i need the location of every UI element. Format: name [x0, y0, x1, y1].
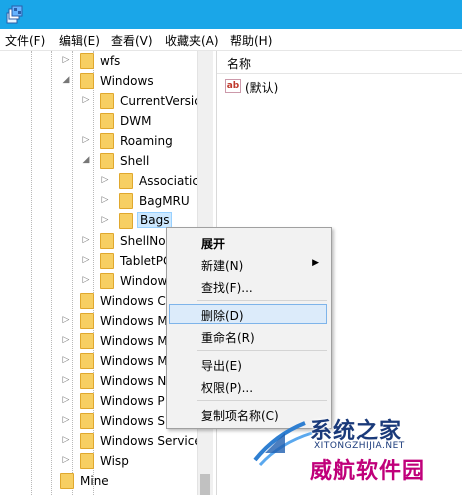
string-value-icon: ab	[225, 79, 241, 93]
folder-icon	[80, 393, 94, 409]
menu-help[interactable]: 帮助(H)	[230, 32, 272, 49]
expand-arrow-icon[interactable]: ▷	[62, 414, 70, 426]
tree-node-label: Windows M	[100, 354, 168, 368]
menu-item-export[interactable]: 导出(E)	[169, 354, 327, 374]
tree-node-label: TabletPC	[120, 254, 172, 268]
expand-arrow-icon[interactable]: ▷	[62, 334, 70, 346]
menu-bar: 文件(F) 编辑(E) 查看(V) 收藏夹(A) 帮助(H)	[0, 29, 462, 51]
expand-arrow-icon[interactable]: ▷	[62, 354, 70, 366]
menu-item-rename[interactable]: 重命名(R)	[169, 326, 327, 346]
menu-item-find[interactable]: 查找(F)...	[169, 276, 327, 296]
menu-separator	[197, 350, 327, 351]
folder-icon	[100, 233, 114, 249]
expand-arrow-icon[interactable]: ▷	[62, 434, 70, 446]
folder-icon	[80, 53, 94, 69]
expand-arrow-icon[interactable]: ▷	[82, 234, 90, 246]
menu-separator	[197, 300, 327, 301]
expand-arrow-icon[interactable]: ▷	[101, 174, 109, 186]
folder-icon	[100, 273, 114, 289]
menu-item-new[interactable]: 新建(N) ▶	[169, 254, 327, 274]
menu-separator	[197, 400, 327, 401]
tree-node-label: Windows M	[100, 314, 168, 328]
folder-icon	[60, 473, 74, 489]
watermark: 系统之家 XITONGZHIJIA.NET 威航软件园	[250, 405, 462, 495]
tree-node-label: Roaming	[120, 134, 173, 148]
expand-arrow-icon[interactable]: ▷	[82, 254, 90, 266]
tree-node-label: Windows Service	[100, 434, 202, 448]
folder-icon	[80, 353, 94, 369]
tree-node-label: Windows C	[100, 294, 166, 308]
expand-arrow-icon[interactable]: ▷	[82, 94, 90, 106]
folder-icon	[80, 333, 94, 349]
folder-icon	[100, 153, 114, 169]
tree-node-label: Windows N	[100, 374, 167, 388]
expand-arrow-icon[interactable]: ▷	[62, 374, 70, 386]
expand-arrow-icon[interactable]: ▷	[62, 314, 70, 326]
menu-file[interactable]: 文件(F)	[5, 32, 45, 49]
tree-node-label: Windows S	[100, 414, 165, 428]
watermark-url: XITONGZHIJIA.NET	[314, 441, 405, 451]
folder-icon	[80, 293, 94, 309]
expand-arrow-icon[interactable]: ▷	[82, 134, 90, 146]
watermark-text: 威航软件园	[310, 459, 426, 484]
tree-node-label: Mine	[80, 474, 109, 488]
menu-item-delete[interactable]: 删除(D)	[169, 304, 327, 324]
title-bar	[0, 0, 462, 29]
tree-node-label: DWM	[120, 114, 152, 128]
tree-node-label: ShellNo	[120, 234, 166, 248]
expand-arrow-icon[interactable]: ▷	[82, 274, 90, 286]
tree-node-label: Associatic	[139, 174, 199, 188]
submenu-arrow-icon: ▶	[312, 258, 319, 268]
folder-icon	[119, 173, 133, 189]
menu-edit[interactable]: 编辑(E)	[59, 32, 100, 49]
folder-icon	[100, 93, 114, 109]
regedit-icon	[6, 5, 23, 24]
folder-icon	[80, 73, 94, 89]
folder-icon	[80, 313, 94, 329]
tree-node-label: Windows	[100, 74, 154, 88]
value-name: (默认)	[245, 81, 279, 95]
tree-node-label: Windows P	[100, 394, 165, 408]
folder-icon	[80, 453, 94, 469]
folder-icon	[80, 373, 94, 389]
column-header-name[interactable]: 名称	[217, 51, 462, 74]
folder-icon	[80, 433, 94, 449]
folder-icon	[100, 253, 114, 269]
context-menu: 展开 新建(N) ▶ 查找(F)... 删除(D) 重命名(R) 导出(E) 权…	[166, 227, 332, 429]
collapse-arrow-icon[interactable]: ◢	[82, 154, 90, 166]
expand-arrow-icon[interactable]: ▷	[62, 394, 70, 406]
menu-item-permissions[interactable]: 权限(P)...	[169, 376, 327, 396]
expand-arrow-icon[interactable]: ▷	[62, 454, 70, 466]
folder-icon	[80, 413, 94, 429]
folder-icon	[119, 213, 133, 229]
menu-view[interactable]: 查看(V)	[111, 32, 153, 49]
tree-scrollbar-thumb[interactable]	[200, 474, 210, 495]
tree-node-label: Shell	[120, 154, 150, 168]
expand-arrow-icon[interactable]: ▷	[101, 194, 109, 206]
tree-node-label: Bags	[137, 212, 173, 228]
tree-node-label: Window	[120, 274, 168, 288]
tree-node-label: CurrentVersic	[120, 94, 201, 108]
folder-icon	[119, 193, 133, 209]
tree-node-label: Windows M	[100, 334, 168, 348]
expand-arrow-icon[interactable]: ▷	[101, 214, 109, 226]
menu-item-expand[interactable]: 展开	[169, 232, 327, 252]
expand-arrow-icon[interactable]: ▷	[62, 54, 70, 66]
tree-node-label: BagMRU	[139, 194, 190, 208]
folder-icon	[100, 133, 114, 149]
folder-icon	[100, 113, 114, 129]
tree-node-label: wfs	[100, 54, 121, 68]
tree-node-label: Wisp	[100, 454, 129, 468]
menu-favorites[interactable]: 收藏夹(A)	[165, 32, 219, 49]
collapse-arrow-icon[interactable]: ◢	[62, 74, 70, 86]
